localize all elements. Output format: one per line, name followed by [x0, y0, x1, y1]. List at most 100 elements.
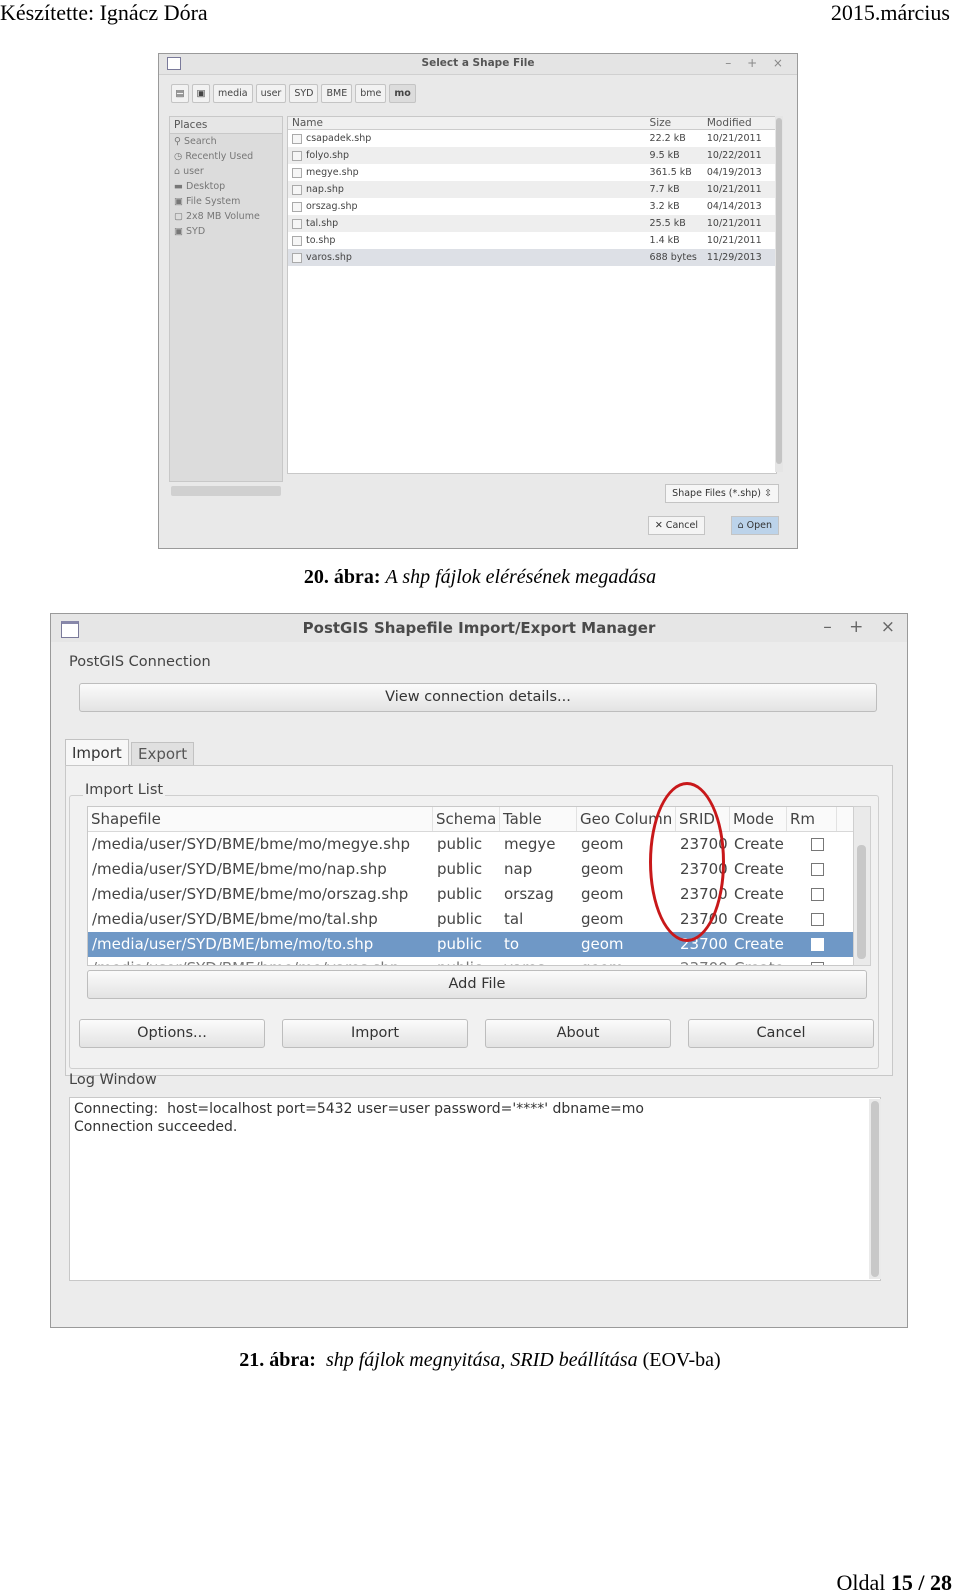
remove-checkbox[interactable]	[811, 888, 824, 901]
postgis-connection-label: PostGIS Connection	[69, 654, 211, 670]
dialog-title: Select a Shape File	[421, 57, 535, 69]
file-list-header: Name Size Modified	[288, 117, 776, 130]
table-row[interactable]: /media/user/SYD/BME/bme/mo/orszag.shp pub…	[88, 882, 854, 907]
select-shapefile-dialog: Select a Shape File – + × ▤ ▣ media user…	[158, 53, 798, 549]
import-list-label: Import List	[83, 782, 166, 798]
home-icon: ⌂	[174, 166, 184, 177]
file-icon	[292, 133, 302, 144]
log-line: Connecting: host=localhost port=5432 use…	[74, 1101, 644, 1117]
tab-export[interactable]: Export	[131, 742, 195, 766]
file-row[interactable]: csapadek.shp 22.2 kB 10/21/2011	[288, 130, 776, 147]
window-controls[interactable]: – + ×	[823, 617, 901, 637]
file-row[interactable]: folyo.shp 9.5 kB 10/22/2011	[288, 147, 776, 164]
figure-21-caption: 21. ábra: shp fájlok megnyitása, SRID be…	[239, 1349, 721, 1371]
place-recent[interactable]: ◷ Recently Used	[170, 149, 282, 164]
file-row[interactable]: tal.shp 25.5 kB 10/21/2011	[288, 215, 776, 232]
place-user[interactable]: ⌂ user	[170, 164, 282, 179]
col-schema[interactable]: Schema	[433, 807, 500, 831]
figure-20-caption: 20. ábra: A shp fájlok elérésének megadá…	[303, 566, 657, 588]
remove-checkbox[interactable]	[811, 838, 824, 851]
page-number: Oldal 15 / 28	[836, 1570, 952, 1595]
import-list-table: Shapefile Schema Table Geo Column SRID M…	[87, 806, 855, 966]
import-button[interactable]: Import	[282, 1019, 468, 1048]
table-row[interactable]: /media/user/SYD/BME/bme/mo/megye.shp publ…	[88, 832, 854, 857]
open-button[interactable]: ⌂ Open	[730, 516, 779, 535]
place-desktop[interactable]: ▬ Desktop	[170, 179, 282, 194]
drive-icon[interactable]: ▣	[192, 84, 210, 103]
chevron-updown-icon: ⇳	[764, 488, 772, 499]
remove-checkbox[interactable]	[811, 863, 824, 876]
place-volume[interactable]: ▢ 2x8 MB Volume	[170, 209, 282, 224]
window-controls[interactable]: – + ×	[725, 56, 789, 70]
crumb-bme[interactable]: bme	[355, 84, 387, 103]
file-row[interactable]: megye.shp 361.5 kB 04/19/2013	[288, 164, 776, 181]
table-row[interactable]: /media/user/SYD/BME/bme/mo/tal.shp public…	[88, 907, 854, 932]
col-table[interactable]: Table	[500, 807, 577, 831]
remove-checkbox[interactable]	[811, 962, 824, 965]
log-window-label: Log Window	[69, 1072, 157, 1088]
place-syd[interactable]: ▣ SYD	[170, 224, 282, 239]
path-breadcrumb: ▤ ▣ media user SYD BME bme mo	[171, 84, 416, 103]
remove-checkbox[interactable]	[811, 938, 824, 951]
col-rm[interactable]: Rm	[787, 807, 837, 831]
crumb-mo[interactable]: mo	[389, 84, 416, 103]
clock-icon: ◷	[174, 151, 186, 162]
import-list-scrollbar[interactable]	[853, 806, 871, 966]
cancel-button[interactable]: Cancel	[688, 1019, 874, 1048]
file-list: Name Size Modified csapadek.shp 22.2 kB 10…	[287, 116, 777, 474]
col-mode[interactable]: Mode	[730, 807, 787, 831]
file-row[interactable]: orszag.shp 3.2 kB 04/14/2013	[288, 198, 776, 215]
postgis-manager-window: PostGIS Shapefile Import/Export Manager …	[50, 613, 908, 1328]
tab-import[interactable]: Import	[65, 739, 129, 766]
col-size[interactable]: Size	[646, 117, 703, 129]
log-window[interactable]: Connecting: host=localhost port=5432 use…	[69, 1097, 881, 1281]
page-header-author: Készítette: Ignácz Dóra	[0, 0, 208, 25]
crumb-user[interactable]: user	[255, 84, 287, 103]
crumb-bme-upper[interactable]: BME	[321, 84, 353, 103]
file-icon	[292, 167, 302, 178]
desktop-icon: ▬	[174, 181, 186, 192]
add-place-buttons[interactable]	[171, 486, 281, 496]
col-modified[interactable]: Modified	[703, 117, 776, 129]
dialog-titlebar: Select a Shape File – + ×	[159, 54, 797, 75]
table-row-partial[interactable]: /media/user/SYD/BME/bme/mo/varos.shppubl…	[88, 957, 854, 965]
log-line: Connection succeeded.	[74, 1119, 238, 1135]
file-icon	[292, 235, 302, 246]
volume-icon: ▢	[174, 211, 186, 222]
file-icon	[292, 201, 302, 212]
col-name[interactable]: Name	[288, 117, 646, 129]
folder-icon: ⌂	[737, 520, 747, 531]
file-row[interactable]: nap.shp 7.7 kB 10/21/2011	[288, 181, 776, 198]
place-search[interactable]: ⚲ Search	[170, 134, 282, 149]
file-icon	[292, 150, 302, 161]
cancel-button[interactable]: ✕ Cancel	[647, 516, 705, 535]
file-type-filter[interactable]: Shape Files (*.shp) ⇳	[665, 484, 779, 503]
toggle-location-icon[interactable]: ▤	[171, 84, 189, 103]
page-header-date: 2015.március	[830, 0, 950, 25]
about-button[interactable]: About	[485, 1019, 671, 1048]
table-row-selected[interactable]: /media/user/SYD/BME/bme/mo/to.shp public t…	[88, 932, 854, 957]
col-shapefile[interactable]: Shapefile	[88, 807, 433, 831]
window-title: PostGIS Shapefile Import/Export Manager	[302, 619, 656, 637]
remove-checkbox[interactable]	[811, 913, 824, 926]
usb-drive-icon: ▣	[174, 226, 186, 237]
window-titlebar: PostGIS Shapefile Import/Export Manager …	[51, 614, 907, 642]
file-row[interactable]: varos.shp 688 bytes 11/29/2013	[288, 249, 776, 266]
add-file-button[interactable]: Add File	[87, 970, 867, 999]
file-row[interactable]: to.shp 1.4 kB 10/21/2011	[288, 232, 776, 249]
file-list-scrollbar[interactable]	[775, 116, 783, 472]
crumb-media[interactable]: media	[213, 84, 253, 103]
table-row[interactable]: /media/user/SYD/BME/bme/mo/nap.shp public…	[88, 857, 854, 882]
view-connection-details-button[interactable]: View connection details...	[79, 683, 877, 712]
place-filesystem[interactable]: ▣ File System	[170, 194, 282, 209]
file-icon	[292, 252, 302, 263]
options-button[interactable]: Options...	[79, 1019, 265, 1048]
log-scrollbar[interactable]	[869, 1099, 881, 1279]
file-icon	[292, 218, 302, 229]
search-icon: ⚲	[174, 136, 184, 147]
file-icon	[292, 184, 302, 195]
places-sidebar: Places ⚲ Search ◷ Recently Used ⌂ user ▬…	[169, 116, 283, 482]
places-header: Places	[170, 117, 282, 134]
crumb-syd[interactable]: SYD	[289, 84, 319, 103]
table-header: Shapefile Schema Table Geo Column SRID M…	[88, 807, 854, 832]
